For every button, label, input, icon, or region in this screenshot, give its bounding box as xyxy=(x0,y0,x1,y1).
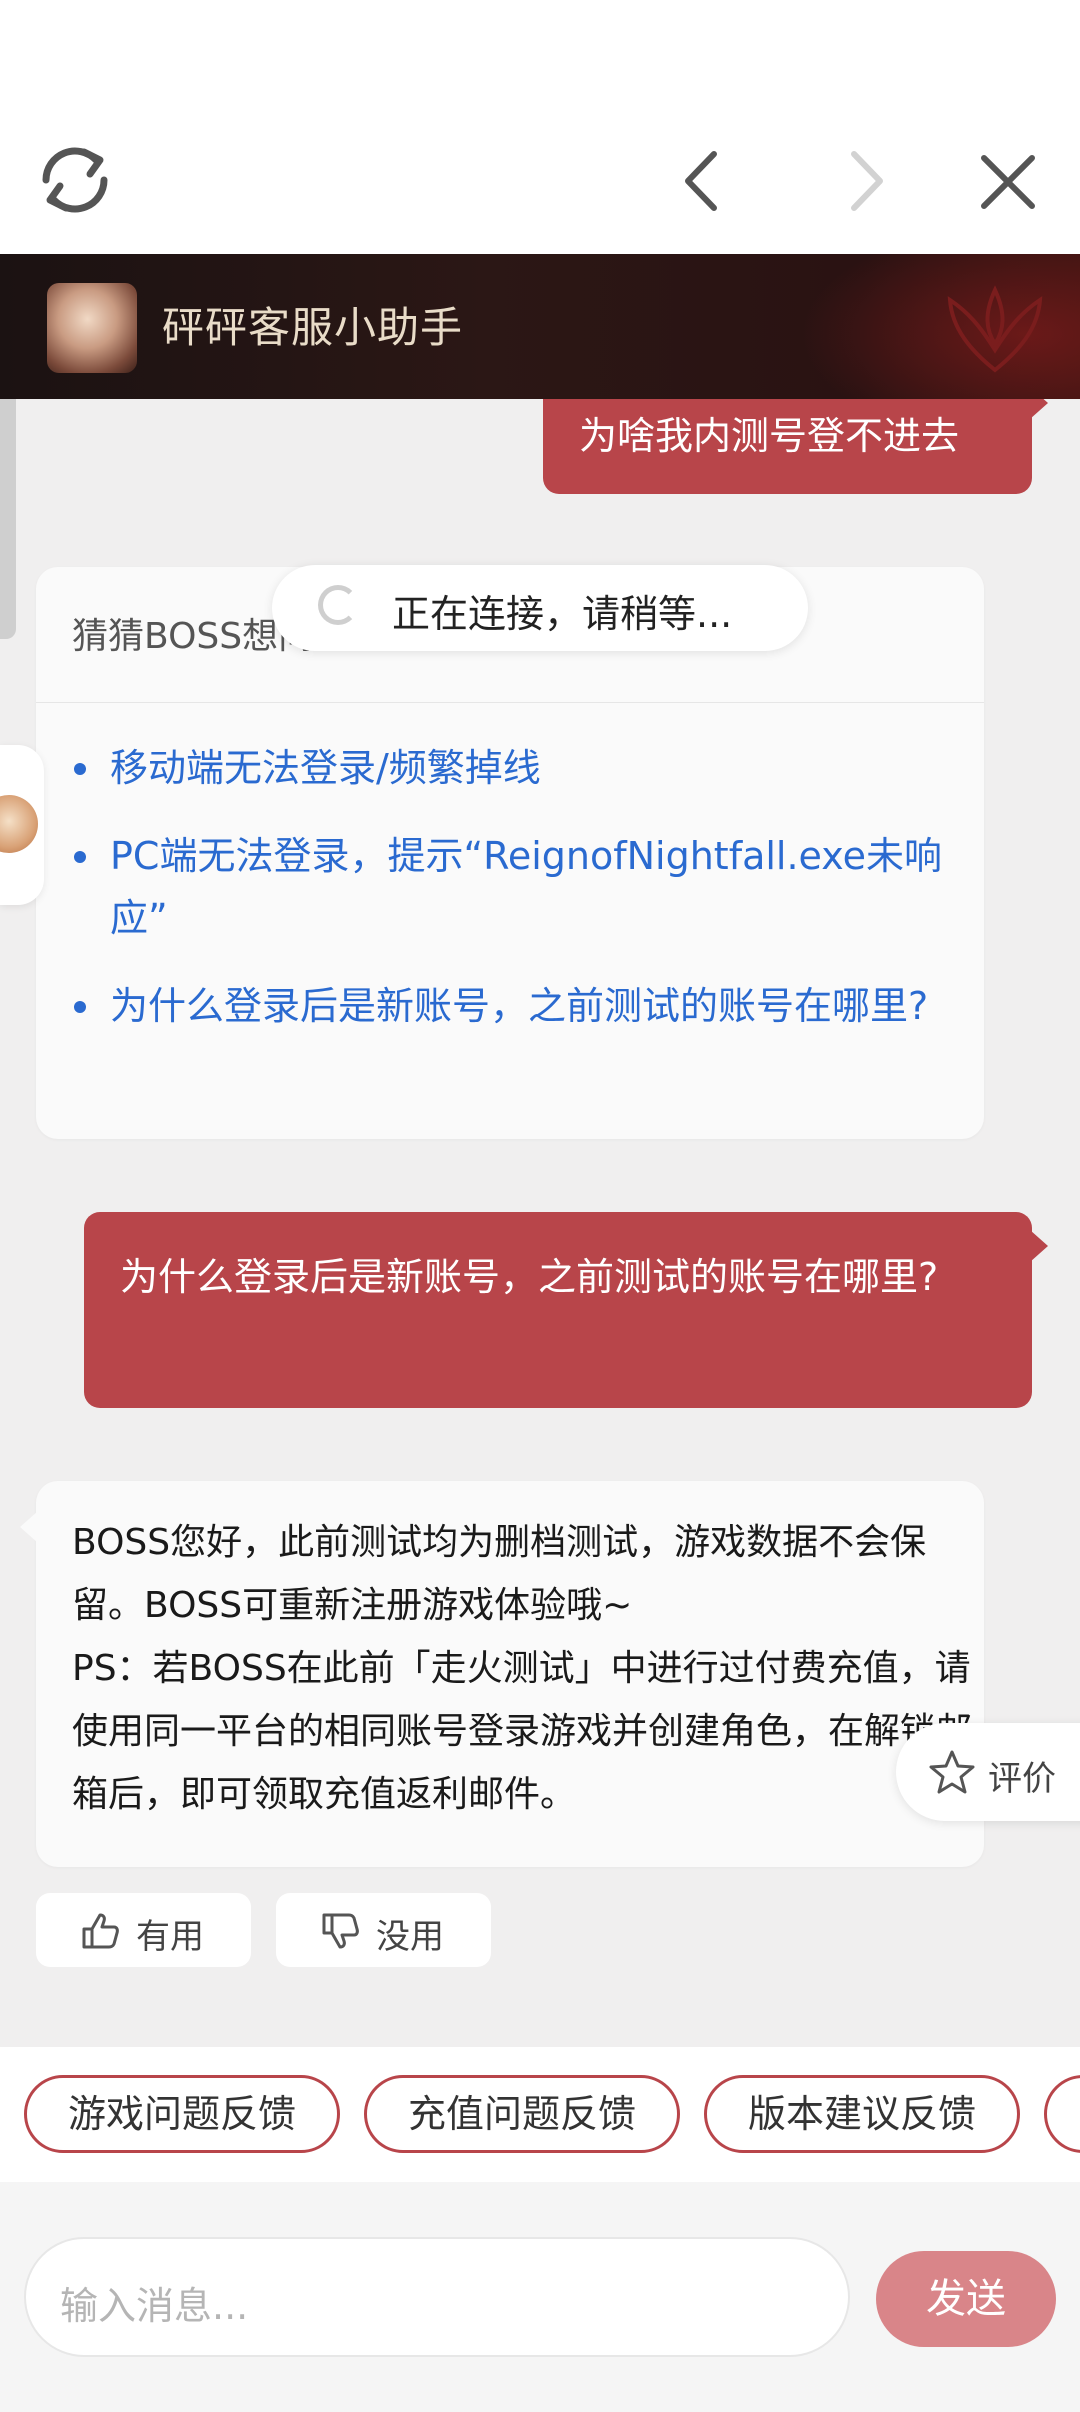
useful-label: 有用 xyxy=(136,1917,204,1957)
useless-label: 没用 xyxy=(376,1917,444,1957)
user-message: 为什么登录后是新账号，之前测试的账号在哪里? xyxy=(84,1212,1048,1408)
quick-action-more[interactable] xyxy=(1044,2075,1080,2153)
side-avatar xyxy=(0,795,38,853)
useful-button[interactable]: 有用 xyxy=(36,1893,251,1967)
star-icon xyxy=(929,1750,975,1794)
quick-action-version-feedback[interactable]: 版本建议反馈 xyxy=(704,2075,1020,2153)
top-bar xyxy=(0,0,1080,254)
thumbs-up-icon xyxy=(82,1913,119,1949)
loading-spinner-icon xyxy=(318,585,358,625)
faq-item[interactable]: PC端无法登录，提示“ReignofNightfall.exe未响应” xyxy=(72,825,952,949)
side-drawer-handle[interactable] xyxy=(0,399,16,639)
toast-text: 正在连接，请稍等... xyxy=(392,592,733,636)
rate-label: 评价 xyxy=(988,1759,1056,1799)
close-icon[interactable] xyxy=(976,150,1040,218)
connecting-toast: 正在连接，请稍等... xyxy=(272,565,808,651)
faq-item[interactable]: 为什么登录后是新账号，之前测试的账号在哪里? xyxy=(72,975,952,1037)
chevron-right-icon[interactable] xyxy=(842,148,892,218)
message-input[interactable]: 输入消息... xyxy=(24,2237,850,2357)
rate-button[interactable]: 评价 xyxy=(896,1723,1080,1821)
quick-action-game-feedback[interactable]: 游戏问题反馈 xyxy=(24,2075,340,2153)
chat-header: 砰砰客服小助手 xyxy=(0,254,1080,399)
bot-message: BOSS您好，此前测试均为删档测试，游戏数据不会保留。BOSS可重新注册游戏体验… xyxy=(20,1481,984,1867)
thumbs-down-icon xyxy=(322,1913,359,1949)
faq-list: 移动端无法登录/频繁掉线 PC端无法登录，提示“ReignofNightfall… xyxy=(72,737,952,1063)
quick-action-recharge-feedback[interactable]: 充值问题反馈 xyxy=(364,2075,680,2153)
side-avatar-tab[interactable] xyxy=(0,745,44,905)
faq-item[interactable]: 移动端无法登录/频繁掉线 xyxy=(72,737,952,799)
header-emblem-icon xyxy=(947,285,1043,373)
user-message-text: 为什么登录后是新账号，之前测试的账号在哪里? xyxy=(120,1255,939,1299)
assistant-avatar xyxy=(47,283,137,373)
header-title: 砰砰客服小助手 xyxy=(162,303,464,352)
user-message: 为啥我内测号登不进去 xyxy=(543,399,1048,494)
send-button[interactable]: 发送 xyxy=(876,2251,1056,2347)
quick-actions-bar[interactable]: 游戏问题反馈 充值问题反馈 版本建议反馈 xyxy=(0,2047,1080,2183)
chevron-left-icon[interactable] xyxy=(676,148,726,218)
user-message-text: 为啥我内测号登不进去 xyxy=(579,414,960,458)
guess-card: 猜猜BOSS想问 移动端无法登录/频繁掉线 PC端无法登录，提示“Reignof… xyxy=(36,567,984,1139)
useless-button[interactable]: 没用 xyxy=(276,1893,491,1967)
bot-message-text: BOSS您好，此前测试均为删档测试，游戏数据不会保留。BOSS可重新注册游戏体验… xyxy=(72,1522,973,1815)
bot-tail xyxy=(20,1511,38,1543)
composer: 输入消息... 发送 xyxy=(0,2182,1080,2412)
message-placeholder: 输入消息... xyxy=(60,2284,249,2328)
divider xyxy=(36,702,984,703)
chat-area[interactable]: 为啥我内测号登不进去 猜猜BOSS想问 移动端无法登录/频繁掉线 PC端无法登录… xyxy=(0,399,1080,2047)
refresh-icon[interactable] xyxy=(32,140,118,224)
